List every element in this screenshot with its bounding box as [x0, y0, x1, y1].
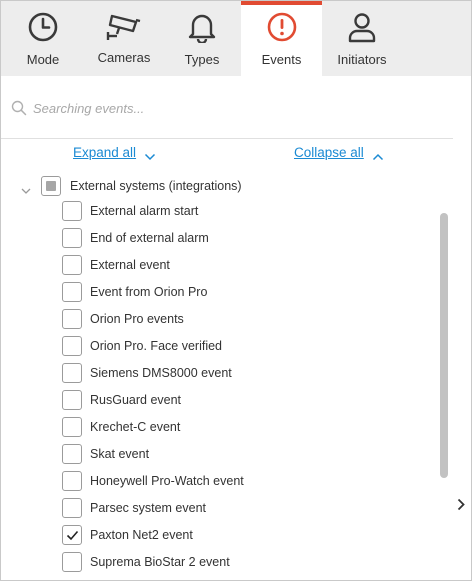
list-item: Event from Orion Pro — [1, 282, 431, 309]
user-icon — [347, 11, 377, 43]
list-item: Skat event — [1, 444, 431, 471]
chevron-down-icon — [144, 149, 156, 160]
tab-bar: Mode Cameras Types Events Initiators — [1, 1, 471, 76]
group-label: External systems (integrations) — [70, 179, 242, 193]
expand-all-label: Expand all — [73, 145, 137, 160]
event-checkbox[interactable] — [62, 390, 82, 410]
event-label: Skat event — [90, 447, 150, 461]
event-checkbox[interactable] — [62, 444, 82, 464]
list-item: Krechet-C event — [1, 417, 431, 444]
tab-events[interactable]: Events — [241, 1, 322, 76]
event-label: Suprema BioStar 2 event — [90, 555, 230, 569]
event-label: Honeywell Pro-Watch event — [90, 474, 244, 488]
event-checkbox[interactable] — [62, 417, 82, 437]
event-label: End of external alarm — [90, 231, 209, 245]
tab-initiators[interactable]: Initiators — [322, 1, 402, 76]
event-checkbox[interactable] — [62, 201, 82, 221]
event-checkbox[interactable] — [62, 228, 82, 248]
checkmark-icon — [66, 530, 79, 541]
scrollbar-thumb[interactable] — [440, 213, 448, 478]
event-label: Event from Orion Pro — [90, 285, 208, 299]
camera-icon — [106, 11, 142, 43]
list-item: Honeywell Pro-Watch event — [1, 471, 431, 498]
list-item: Siemens DMS8000 event — [1, 363, 431, 390]
list-item: RusGuard event — [1, 390, 431, 417]
event-label: RusGuard event — [90, 393, 182, 407]
event-checkbox[interactable] — [62, 336, 82, 356]
event-label: External alarm start — [90, 204, 199, 218]
search-input[interactable] — [33, 100, 433, 116]
list-item: External alarm start — [1, 201, 431, 228]
list-item: Paxton Net2 event — [1, 525, 431, 552]
group-checkbox[interactable] — [41, 176, 61, 196]
event-checkbox[interactable] — [62, 309, 82, 329]
clock-icon — [27, 11, 59, 43]
tab-types[interactable]: Types — [163, 1, 241, 76]
list-item: Orion Pro events — [1, 309, 431, 336]
chevron-down-icon[interactable] — [21, 182, 31, 194]
event-checkbox[interactable] — [62, 282, 82, 302]
list-item: Suprema BioStar 2 event — [1, 552, 431, 579]
tab-label: Events — [261, 52, 302, 67]
tab-cameras[interactable]: Cameras — [85, 1, 163, 76]
event-label: Parsec system event — [90, 501, 207, 515]
tab-label: Initiators — [337, 52, 387, 67]
event-label: Orion Pro events — [90, 312, 184, 326]
list-item: External event — [1, 255, 431, 282]
chevron-right-icon[interactable] — [457, 498, 465, 511]
bell-icon — [187, 11, 217, 43]
collapse-all-label: Collapse all — [294, 145, 364, 160]
events-filter-panel: Mode Cameras Types Events Initiators Sea… — [0, 0, 472, 581]
list-item: Orion Pro. Face verified — [1, 336, 431, 363]
event-label: Orion Pro. Face verified — [90, 339, 222, 353]
list-item: Parsec system event — [1, 498, 431, 525]
tab-mode[interactable]: Mode — [1, 1, 85, 76]
search-bar — [11, 97, 451, 119]
tab-label: Types — [184, 52, 220, 67]
event-checkbox[interactable] — [62, 525, 82, 545]
event-checkbox[interactable] — [62, 498, 82, 518]
event-label: Siemens DMS8000 event — [90, 366, 232, 380]
list-item: End of external alarm — [1, 228, 431, 255]
tab-label: Mode — [26, 52, 60, 67]
event-checkbox[interactable] — [62, 363, 82, 383]
event-checkbox[interactable] — [62, 255, 82, 275]
event-label: Paxton Net2 event — [90, 528, 193, 542]
search-divider — [1, 138, 453, 139]
collapse-all-link[interactable]: Collapse all — [294, 145, 384, 160]
event-checkbox[interactable] — [62, 552, 82, 572]
event-label: Krechet-C event — [90, 420, 181, 434]
chevron-up-icon — [372, 149, 384, 160]
expand-all-link[interactable]: Expand all — [73, 145, 156, 160]
tab-label: Cameras — [97, 50, 151, 65]
event-checkbox[interactable] — [62, 471, 82, 491]
alert-circle-icon — [266, 11, 298, 43]
search-icon — [11, 100, 27, 116]
event-label: External event — [90, 258, 170, 272]
